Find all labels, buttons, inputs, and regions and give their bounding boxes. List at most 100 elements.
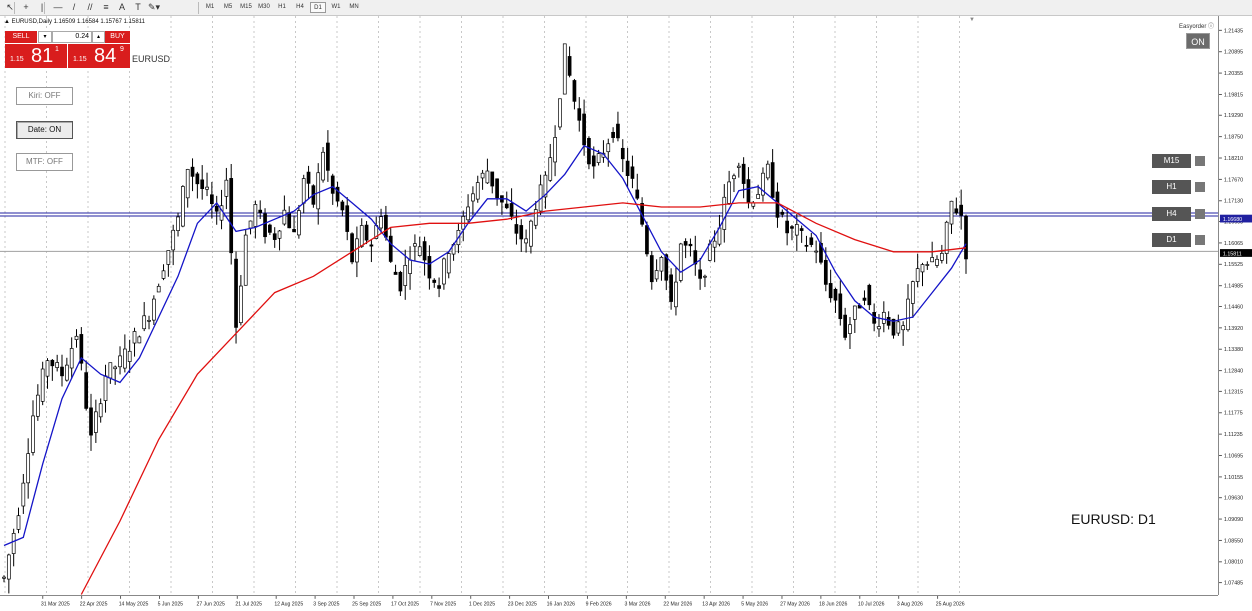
horizontal-line-icon[interactable]: — [52,1,64,14]
candle-body [253,204,258,227]
candle-body [649,255,654,283]
buy-button[interactable]: BUY [105,31,130,43]
easyorder-on-button[interactable]: ON [1186,33,1210,49]
time-tick-label: 7 Nov 2025 [430,601,456,607]
candle-body [113,366,118,370]
time-tick-label: 14 May 2025 [119,601,149,607]
time-tick-label: 31 Mar 2025 [41,601,70,607]
candle-body [60,366,64,377]
candle-body [804,244,809,247]
candle-body [103,375,108,401]
candle-body [98,403,103,418]
time-scale[interactable]: 31 Mar 2025 22 Apr 2025 14 May 2025 5 Jun 2… [0,595,1218,611]
candle-body [799,228,804,231]
timeframe-h1-button[interactable]: H1 [274,2,290,13]
price-tick-label: 1.19290 [1224,113,1243,119]
timeframe-m15-button[interactable]: M15 [238,2,254,13]
time-tick-label: 3 Mar 2026 [624,601,650,607]
mtf-h1-button[interactable]: H1 [1152,180,1191,194]
mtf-d1-button[interactable]: D1 [1152,233,1191,247]
candle-body [480,172,485,179]
candle-body [930,257,935,263]
candle-body [877,326,881,330]
candle-body [466,206,470,221]
candle-body [756,194,760,199]
ma-slow-line [80,202,967,595]
timeframe-m1-button[interactable]: M1 [202,2,218,13]
text-icon[interactable]: A [116,1,128,14]
timeframe-m30-button[interactable]: M30 [256,2,272,13]
volume-increase-button[interactable]: ▴ [92,31,105,43]
mtf-h1-indicator[interactable] [1195,182,1205,192]
time-tick-label: 10 Jul 2026 [858,601,885,607]
candle-body [630,166,635,179]
price-tick-label: 1.20355 [1224,71,1243,77]
price-tick-label: 1.12315 [1224,389,1243,395]
kiri-toggle-button[interactable]: Kiri: OFF [16,87,73,105]
candle-body [910,281,915,304]
date-toggle-button[interactable]: Date: ON [16,121,73,139]
candle-body [6,554,11,580]
timeframe-d1-button[interactable]: D1 [310,2,326,13]
candle-body [89,407,93,436]
text-label-icon[interactable]: T [132,1,144,14]
candle-body [16,515,21,530]
timeframe-w1-button[interactable]: W1 [328,2,344,13]
price-tick-label: 1.13380 [1224,347,1243,353]
candle-body [127,350,132,362]
chart-toolbar: ↖ + | — ///≡ A T ✎▾ M1 M5 M15 M30 H1 H4 D1 W1 MN [0,0,1252,16]
candle-body [944,221,949,254]
mtf-h4-button[interactable]: H4 [1152,207,1191,221]
fibonacci-icon[interactable]: ≡ [100,1,112,14]
candle-body [935,258,939,266]
candle-body [239,285,243,324]
price-scale[interactable]: 1.21435 1.20895 1.20355 1.19815 1.19290 1.187… [1218,16,1252,595]
price-tick-label: 1.17670 [1224,177,1243,183]
mtf-toggle-button[interactable]: MTF: OFF [16,153,73,171]
candle-body [69,348,74,369]
volume-decrease-button[interactable]: ▾ [38,31,52,43]
candle-body [596,153,601,163]
candle-body [485,170,490,184]
candle-body [654,270,659,280]
bid-price-box[interactable]: 1.15 81 1 [5,44,67,68]
candle-body [74,335,79,340]
mtf-m15-indicator[interactable] [1195,156,1205,166]
price-tick-label: 1.10695 [1224,453,1243,459]
price-level-label: 1.16680 [1223,217,1242,223]
candle-body [417,246,422,256]
candle-body [84,372,89,409]
candle-body [562,43,567,95]
candle-body [297,210,301,236]
crosshair-icon[interactable]: + [20,1,32,14]
shapes-menu-icon[interactable]: ✎▾ [148,1,160,14]
price-chart[interactable] [0,16,1218,595]
candle-body [316,172,321,210]
vertical-line-icon[interactable]: | [36,1,48,14]
candle-body [282,209,287,225]
price-tick-label: 1.14985 [1224,284,1243,290]
candle-body [669,274,673,302]
sell-button[interactable]: SELL [5,31,37,43]
timeframe-mn-button[interactable]: MN [346,2,362,13]
candle-body [848,324,852,334]
trendline-icon[interactable]: / [68,1,80,14]
candle-body [572,80,577,102]
timeframe-m5-button[interactable]: M5 [220,2,236,13]
chart-symbol-header: ▲ EURUSD,Daily 1.16509 1.16584 1.15767 1… [4,19,145,25]
candle-body [553,137,557,163]
mtf-d1-indicator[interactable] [1195,235,1205,245]
shift-marker-icon[interactable]: ▼ [969,17,975,23]
mtf-h4-indicator[interactable] [1195,209,1205,219]
candle-body [326,142,330,171]
timeframe-h4-button[interactable]: H4 [292,2,308,13]
ask-price-box[interactable]: 1.15 84 9 [68,44,130,68]
volume-input[interactable]: 0.24 [52,31,92,43]
bid-price-fraction: 1 [55,46,59,53]
price-tick-label: 1.11775 [1224,411,1243,417]
candle-body [224,179,229,197]
equidistant-channel-icon[interactable]: // [84,1,96,14]
candle-body [780,211,785,215]
candle-body [64,364,69,381]
mtf-m15-button[interactable]: M15 [1152,154,1191,168]
